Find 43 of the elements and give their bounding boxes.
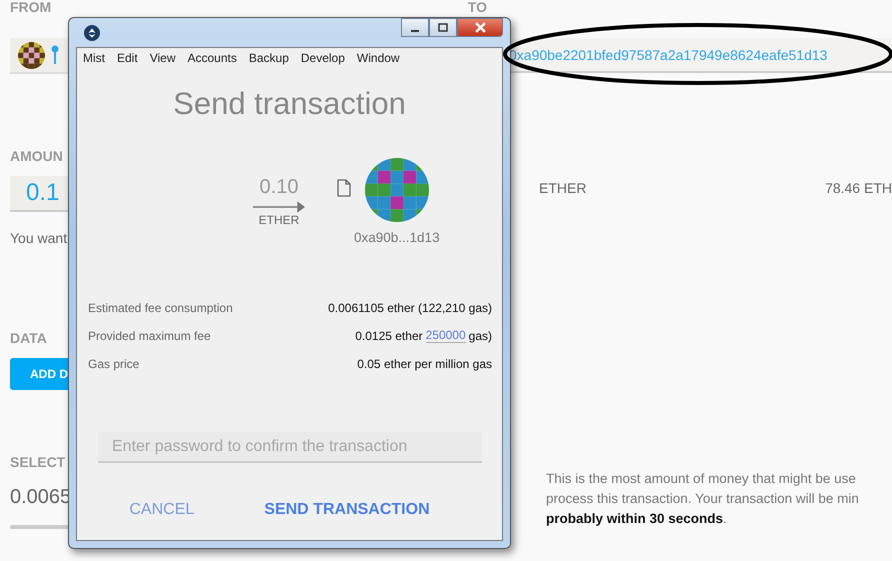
amount-text: 0.10 [260, 176, 298, 199]
menu-item[interactable]: Accounts [187, 51, 237, 65]
from-label: FROM [10, 0, 52, 15]
key-icon [51, 45, 59, 65]
fee-value: 0.0125 ether [355, 328, 423, 342]
app-icon [84, 24, 100, 40]
fee-value: 0.05 ether per million gas [357, 356, 492, 370]
minimize-button[interactable] [401, 18, 429, 37]
to-label: TO [468, 0, 487, 15]
maximize-button[interactable] [429, 18, 457, 37]
gas-unit: gas) [468, 328, 492, 342]
fee-explanation-line: process this transaction. Your transaction will be min [546, 490, 860, 508]
document-icon [337, 179, 351, 197]
amount-note: You want [10, 230, 68, 246]
menu-item[interactable]: Develop [300, 51, 345, 65]
dialog-title: Send transaction [172, 86, 407, 122]
unit-label: ETHER [258, 213, 300, 227]
password-field[interactable]: Enter password to confirm the transaction [98, 432, 482, 463]
menu-item[interactable]: View [150, 51, 176, 65]
balance-text: 78.46 ETH [825, 180, 892, 196]
recipient-address: 0xa90b...1d13 [354, 230, 440, 245]
currency-label: ETHER [539, 180, 586, 196]
select-fee-label: SELECT [10, 454, 66, 470]
amount-label: AMOUN [10, 148, 63, 164]
gas-input[interactable]: 250000 [426, 328, 466, 343]
menu-item[interactable]: Backup [248, 51, 289, 65]
close-button[interactable] [457, 18, 503, 37]
avatar-icon [18, 42, 45, 68]
fee-value: 0.0065 [10, 486, 72, 509]
maximize-icon [438, 22, 448, 32]
menu-item[interactable]: Mist [83, 51, 105, 65]
fee-explanation-line: probably within 30 seconds. [546, 510, 728, 528]
close-icon [474, 22, 486, 33]
minimize-icon [411, 30, 419, 32]
fee-label: Provided maximum fee [88, 328, 211, 342]
fee-explanation-line: This is the most amount of money that might be use [546, 470, 857, 488]
fee-value: 0.0061105 ether (122,210 gas) [328, 300, 492, 314]
fee-label: Estimated fee consumption [88, 300, 233, 314]
menu-item[interactable]: Edit [117, 51, 138, 65]
arrow-icon [253, 201, 305, 213]
avatar-icon [364, 158, 429, 222]
menu-item[interactable]: Window [356, 51, 400, 65]
data-label: DATA [10, 330, 47, 346]
